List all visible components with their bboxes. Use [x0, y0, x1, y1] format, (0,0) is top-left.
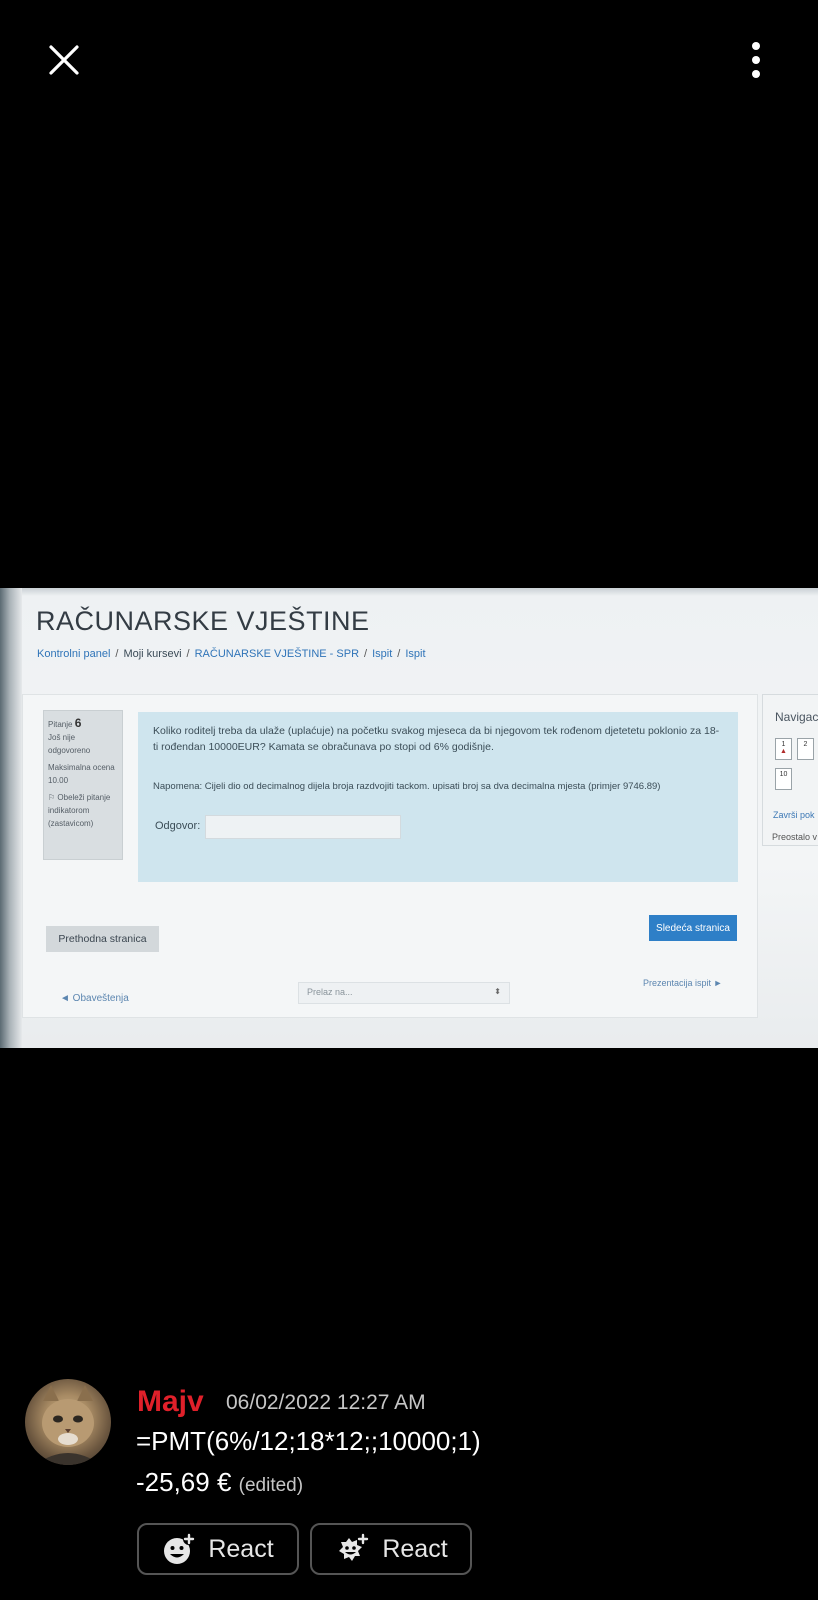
- react-button[interactable]: React: [137, 1523, 299, 1575]
- question-status: Još nije odgovoreno: [48, 733, 91, 755]
- flag-icon: ⚐: [48, 793, 58, 802]
- more-vertical-icon: [752, 42, 760, 78]
- breadcrumb-separator: /: [364, 648, 368, 660]
- answer-label: Odgovor:: [155, 820, 201, 832]
- breadcrumb-item-dashboard: Kontrolni panel: [37, 648, 111, 660]
- photo-edge: [0, 588, 818, 596]
- jump-to-select: Prelaz na... ⬍: [298, 982, 510, 1004]
- message-line-formula: =PMT(6%/12;18*12;;10000;1): [136, 1426, 481, 1456]
- quiz-navigation-title: Navigac: [775, 710, 818, 724]
- nav-question-number: 10: [779, 771, 788, 778]
- previous-page-button: Prethodna stranica: [46, 926, 159, 952]
- close-icon: [49, 45, 79, 75]
- nav-question-button-10: 10: [775, 768, 792, 790]
- edited-label: (edited): [238, 1475, 304, 1496]
- breadcrumb-item-ispit: Ispit: [372, 648, 393, 660]
- nav-question-button-2: 2: [797, 738, 814, 760]
- cat-avatar-icon: [35, 1385, 101, 1465]
- monitor-bezel: [0, 588, 22, 1048]
- super-react-button[interactable]: React: [310, 1523, 472, 1575]
- breadcrumb-separator: /: [397, 648, 401, 660]
- add-super-reaction-icon: [339, 1533, 370, 1561]
- breadcrumb-item-ispit-2: Ispit: [405, 648, 426, 660]
- question-number: 6: [74, 716, 82, 730]
- super-react-button-label: React: [382, 1534, 448, 1563]
- previous-activity-link: ◄ Obaveštenja: [60, 993, 129, 1004]
- message-result-text: -25,69 €: [136, 1467, 232, 1497]
- finish-attempt-link: Završi pok: [773, 810, 815, 820]
- close-button[interactable]: [34, 30, 94, 90]
- breadcrumb-separator: /: [115, 648, 119, 660]
- question-max-grade: Maksimalna ocena 10.00: [48, 763, 115, 785]
- attached-photo[interactable]: RAČUNARSKE VJEŠTINE Kontrolni panel / Moji…: [0, 588, 818, 1048]
- next-page-button: Sledeća stranica: [649, 915, 737, 941]
- add-reaction-icon: [164, 1533, 196, 1564]
- breadcrumb-item-course: RAČUNARSKE VJEŠTINE - SPR: [194, 648, 360, 660]
- time-remaining: Preostalo v: [772, 832, 818, 842]
- question-note: Napomena: Cijeli dio od decimalnog dijel…: [153, 781, 661, 792]
- breadcrumb: Kontrolni panel / Moji kursevi / RAČUNARSKE …: [37, 648, 426, 660]
- react-button-label: React: [208, 1534, 274, 1563]
- select-arrow-icon: ⬍: [494, 987, 501, 996]
- breadcrumb-item-courses: Moji kursevi: [123, 648, 182, 660]
- message-author[interactable]: Majv: [137, 1385, 204, 1419]
- flag-question-link: ⚐ Obeleži pitanje indikatorom (zastavico…: [48, 791, 118, 830]
- avatar[interactable]: [25, 1379, 111, 1465]
- question-label: Pitanje: [48, 720, 73, 729]
- nav-question-number: 1: [781, 741, 786, 748]
- message-timestamp: 06/02/2022 12:27 AM: [226, 1391, 426, 1414]
- site-title: RAČUNARSKE VJEŠTINE: [36, 606, 370, 636]
- more-options-button[interactable]: [726, 30, 786, 90]
- next-activity-link: Prezentacija ispit ►: [643, 978, 723, 988]
- question-text: Koliko roditelj treba da ulaže (uplaćuje…: [153, 725, 720, 753]
- nav-question-button-1: 1 ▲: [775, 738, 792, 760]
- answer-input: [205, 815, 401, 839]
- message-line-result: -25,69 € (edited): [136, 1467, 303, 1498]
- breadcrumb-separator: /: [186, 648, 190, 660]
- flag-question-label: Obeleži pitanje indikatorom (zastavicom): [48, 793, 111, 828]
- flag-marker-icon: ▲: [780, 748, 787, 755]
- question-info-box: Pitanje 6 Još nije odgovoreno Maksimalna…: [43, 710, 123, 860]
- jump-to-placeholder: Prelaz na...: [307, 987, 353, 997]
- nav-question-number: 2: [803, 741, 808, 748]
